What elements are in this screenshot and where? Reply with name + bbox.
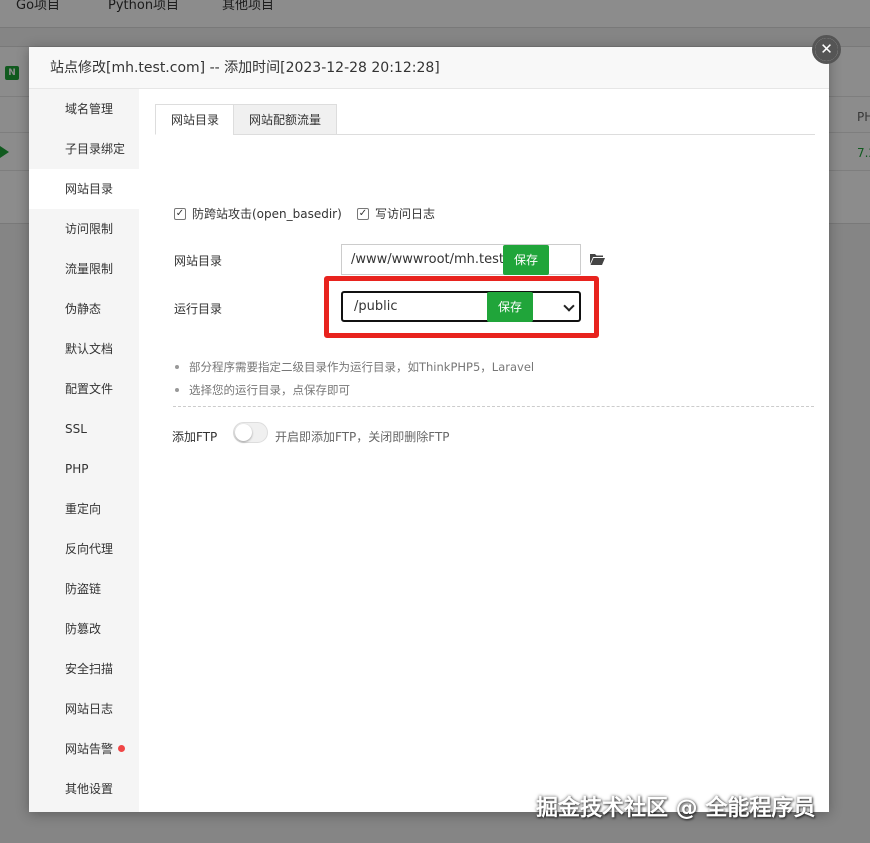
sidebar-item-label: PHP [65, 462, 89, 476]
close-icon: ✕ [815, 38, 838, 61]
close-dialog-button[interactable]: ✕ [812, 35, 841, 64]
content-tabs: 网站目录 网站配额流量 [155, 104, 815, 135]
sidebar-item-label: 网站日志 [65, 702, 114, 716]
sidebar-item-label: 防篡改 [65, 622, 102, 636]
sidebar-item-config[interactable]: 配置文件 [29, 369, 139, 409]
sidebar-item-access-limit[interactable]: 访问限制 [29, 209, 139, 249]
sidebar-item-hotlink[interactable]: 防盗链 [29, 569, 139, 609]
tip-item: 选择您的运行目录，点保存即可 [175, 383, 350, 397]
sidebar-item-php[interactable]: PHP [29, 449, 139, 489]
watermark: 掘金技术社区 @ 全能程序员 [536, 796, 816, 821]
tip-item: 部分程序需要指定二级目录作为运行目录，如ThinkPHP5，Laravel [174, 360, 535, 374]
sidebar-item-security-scan[interactable]: 安全扫描 [29, 649, 139, 689]
sidebar-item-label: 配置文件 [65, 382, 114, 396]
sidebar-item-reverse-proxy[interactable]: 反向代理 [29, 529, 139, 569]
sidebar-item-label: 其他设置 [65, 782, 114, 796]
sidebar-item-label: 默认文档 [65, 342, 114, 356]
tab-site-dir[interactable]: 网站目录 [155, 104, 236, 135]
check-icon: ✓ [174, 207, 186, 220]
sidebar-item-label: 反向代理 [65, 542, 114, 556]
anti-cross-site-checkbox[interactable]: ✓ 防跨站攻击(open_basedir) [174, 205, 342, 222]
run-dir-label: 运行目录 [174, 302, 223, 316]
save-site-dir-button[interactable]: 保存 [503, 245, 550, 275]
alert-dot-icon [118, 745, 126, 752]
tab-quota-traffic[interactable]: 网站配额流量 [233, 104, 338, 135]
sidebar-item-label: 网站目录 [65, 182, 114, 196]
sidebar-item-ssl[interactable]: SSL [29, 409, 139, 449]
sidebar-item-default-doc[interactable]: 默认文档 [29, 329, 139, 369]
sidebar-item-label: SSL [65, 422, 87, 436]
settings-sidebar: 域名管理 子目录绑定 网站目录 访问限制 流量限制 伪静态 默认文档 配置文件 … [29, 89, 139, 812]
dialog-title: 站点修改[mh.test.com] -- 添加时间[2023-12-28 20:… [29, 47, 829, 89]
save-run-dir-button[interactable]: 保存 [487, 292, 534, 322]
anti-cross-site-label: 防跨站攻击(open_basedir) [192, 207, 342, 221]
sidebar-item-label: 重定向 [65, 502, 102, 516]
site-dir-panel: 网站目录 网站配额流量 ✓ 防跨站攻击(open_basedir) ✓ 写访问日… [139, 89, 829, 812]
ftp-description: 开启即添加FTP，关闭即删除FTP [275, 430, 450, 444]
sidebar-item-rewrite[interactable]: 伪静态 [29, 289, 139, 329]
sidebar-item-label: 网站告警 [65, 742, 114, 756]
site-dir-label: 网站目录 [174, 254, 223, 268]
access-log-label: 写访问日志 [375, 207, 436, 221]
highlight-annotation [324, 276, 599, 338]
sidebar-item-label: 防盗链 [65, 582, 102, 596]
folder-open-icon[interactable] [590, 253, 605, 265]
ftp-toggle[interactable] [233, 422, 268, 443]
access-log-checkbox[interactable]: ✓ 写访问日志 [357, 205, 435, 222]
sidebar-item-site-log[interactable]: 网站日志 [29, 689, 139, 729]
divider [173, 406, 814, 407]
toggle-knob [235, 424, 252, 441]
sidebar-item-other-settings[interactable]: 其他设置 [29, 769, 139, 809]
sidebar-item-traffic-limit[interactable]: 流量限制 [29, 249, 139, 289]
sidebar-item-label: 域名管理 [65, 102, 114, 116]
sidebar-item-subdir[interactable]: 子目录绑定 [29, 129, 139, 169]
site-edit-dialog: 站点修改[mh.test.com] -- 添加时间[2023-12-28 20:… [29, 47, 829, 812]
sidebar-item-label: 安全扫描 [65, 662, 114, 676]
sidebar-item-redirect[interactable]: 重定向 [29, 489, 139, 529]
sidebar-item-label: 流量限制 [65, 262, 114, 276]
sidebar-item-domain[interactable]: 域名管理 [29, 89, 139, 129]
sidebar-item-label: 子目录绑定 [65, 142, 126, 156]
ftp-label: 添加FTP [172, 430, 218, 444]
sidebar-item-label: 伪静态 [65, 302, 102, 316]
check-icon: ✓ [357, 207, 369, 220]
sidebar-item-tamper-proof[interactable]: 防篡改 [29, 609, 139, 649]
sidebar-item-site-alert[interactable]: 网站告警 [29, 729, 139, 769]
sidebar-item-label: 访问限制 [65, 222, 114, 236]
sidebar-item-site-dir[interactable]: 网站目录 [29, 169, 139, 209]
